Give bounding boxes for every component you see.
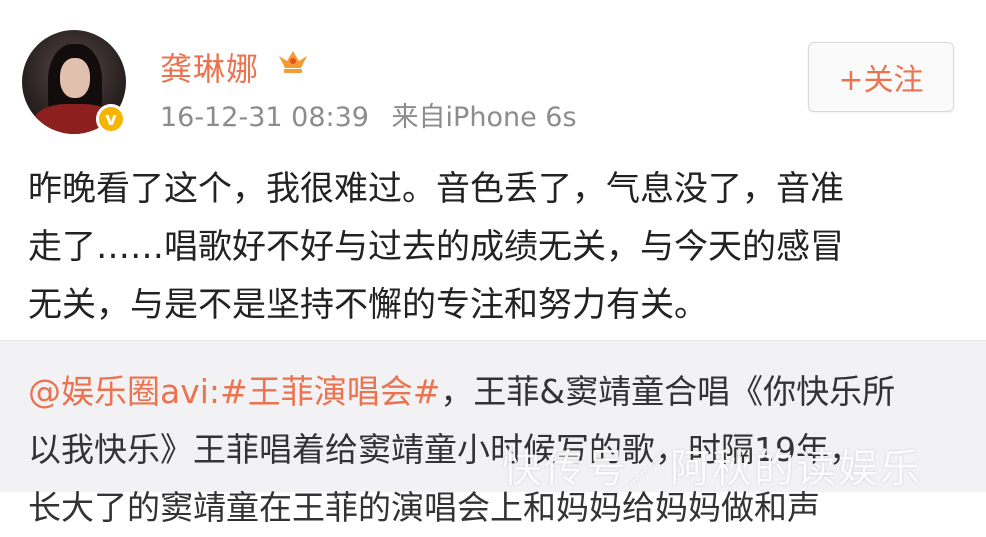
post-timestamp[interactable]: 16-12-31 08:39 <box>160 102 369 133</box>
post-meta: 16-12-31 08:39 来自iPhone 6s <box>160 95 591 134</box>
username[interactable]: 龚琳娜 <box>160 44 259 90</box>
follow-button[interactable]: +关注 <box>808 42 954 112</box>
reposted-line: @娱乐圈avi:#王菲演唱会#，王菲&窦靖童合唱《你快乐所 <box>28 363 968 421</box>
watermark: 快传号／阿秋的读娱乐 <box>502 446 922 492</box>
post-content: 昨晚看了这个，我很难过。音色丢了，气息没了，音准 走了……唱歌好不好与过去的成绩… <box>28 160 963 334</box>
reposted-line-text: ，王菲&窦靖童合唱《你快乐所 <box>440 372 896 411</box>
weibo-post-card: v 龚琳娜 16-12-31 08:39 来自iPhone 6s +关注 昨晚看… <box>0 0 986 340</box>
topic-link[interactable]: #王菲演唱会# <box>220 372 440 411</box>
post-content-line: 昨晚看了这个，我很难过。音色丢了，气息没了，音准 <box>28 169 844 209</box>
post-content-line: 无关，与是不是坚持不懈的专注和努力有关。 <box>28 285 708 325</box>
post-source: 来自iPhone 6s <box>391 102 577 133</box>
avatar-face <box>60 58 90 98</box>
vip-crown-icon <box>279 51 307 73</box>
post-content-line: 走了……唱歌好不好与过去的成绩无关，与今天的感冒 <box>28 227 844 267</box>
mention-colon: : <box>208 372 221 411</box>
mention-link[interactable]: @娱乐圈avi <box>28 372 209 411</box>
verified-badge-icon: v <box>96 104 126 134</box>
